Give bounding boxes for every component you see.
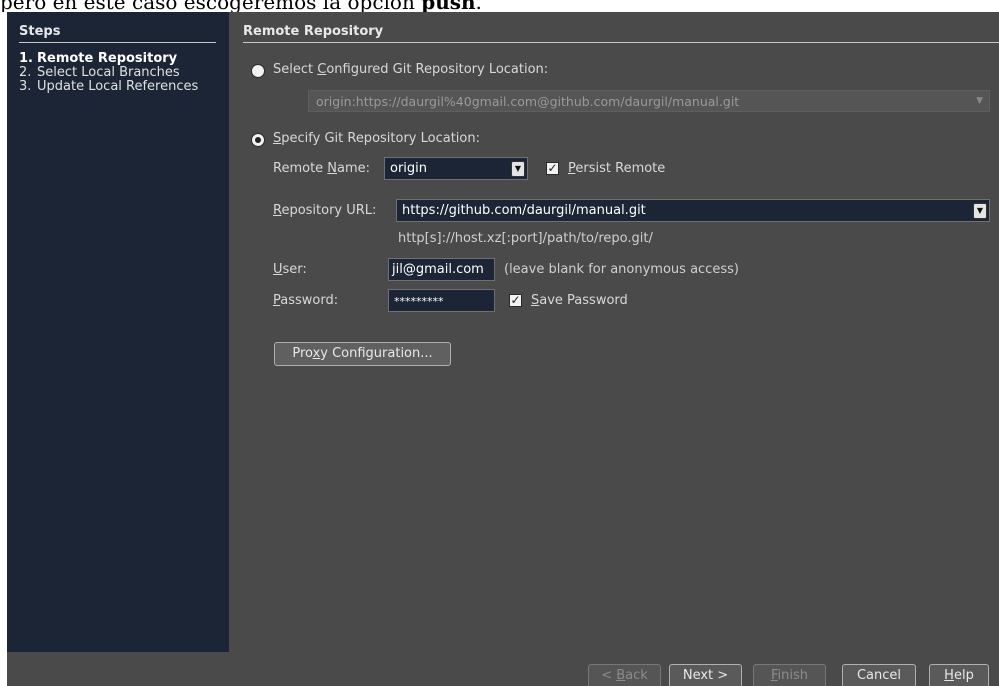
- git-fetch-wizard: Steps 1. Remote Repository 2. Select Local…: [7, 12, 999, 686]
- configured-location-radio[interactable]: [251, 64, 265, 78]
- step-remote-repository: 1. Remote Repository: [19, 51, 178, 66]
- remote-name-label: Remote Name:: [273, 161, 371, 176]
- password-label: Password:: [273, 293, 339, 308]
- specify-location-radio[interactable]: [251, 133, 265, 147]
- save-password-checkbox[interactable]: ✓: [509, 294, 522, 307]
- finish-button[interactable]: Finish: [753, 664, 826, 686]
- user-label: User:: [273, 262, 307, 277]
- configured-location-label: Select Configured Git Repository Locatio…: [273, 62, 549, 77]
- specify-location-label: Specify Git Repository Location:: [273, 131, 480, 146]
- repository-url-label: Repository URL:: [273, 203, 377, 218]
- step-select-local-branches: 2. Select Local Branches: [19, 65, 180, 80]
- persist-remote-label: Persist Remote: [568, 161, 666, 176]
- chevron-down-icon[interactable]: ▼: [511, 161, 525, 177]
- user-field[interactable]: jil@gmail.com: [388, 258, 495, 281]
- cancel-button[interactable]: Cancel: [842, 664, 916, 686]
- step-update-local-references: 3. Update Local References: [19, 79, 199, 94]
- password-value: *********: [394, 295, 444, 308]
- persist-remote-checkbox[interactable]: ✓: [546, 162, 559, 175]
- page-title: Remote Repository: [243, 24, 999, 43]
- configured-location-value: origin:https://daurgil%40gmail.com@githu…: [316, 94, 740, 109]
- save-password-label: Save Password: [531, 293, 628, 308]
- steps-title: Steps: [19, 24, 216, 43]
- user-value: jil@gmail.com: [392, 262, 484, 277]
- configured-location-select[interactable]: origin:https://daurgil%40gmail.com@githu…: [308, 90, 990, 112]
- next-button[interactable]: Next >: [669, 664, 742, 686]
- help-button[interactable]: Help: [929, 664, 989, 686]
- chevron-down-icon[interactable]: ▼: [973, 203, 987, 219]
- steps-panel: Steps 1. Remote Repository 2. Select Local…: [7, 12, 229, 652]
- chevron-down-icon: ▼: [976, 96, 983, 106]
- repository-url-value: https://github.com/daurgil/manual.git: [402, 203, 646, 218]
- repository-url-hint: http[s]://host.xz[:port]/path/to/repo.gi…: [398, 231, 653, 246]
- user-hint: (leave blank for anonymous access): [504, 262, 739, 277]
- document-text: pero en este caso escogeremos la opción …: [0, 0, 999, 12]
- proxy-configuration-button[interactable]: Proxy Configuration...: [274, 342, 451, 366]
- back-button[interactable]: < Back: [588, 664, 661, 686]
- repository-url-combo[interactable]: https://github.com/daurgil/manual.git: [396, 199, 990, 222]
- steps-list: 1. Remote Repository 2. Select Local Branc…: [19, 52, 224, 94]
- password-field[interactable]: *********: [388, 289, 495, 312]
- remote-name-value: origin: [390, 161, 428, 176]
- remote-name-combo[interactable]: origin: [384, 157, 528, 180]
